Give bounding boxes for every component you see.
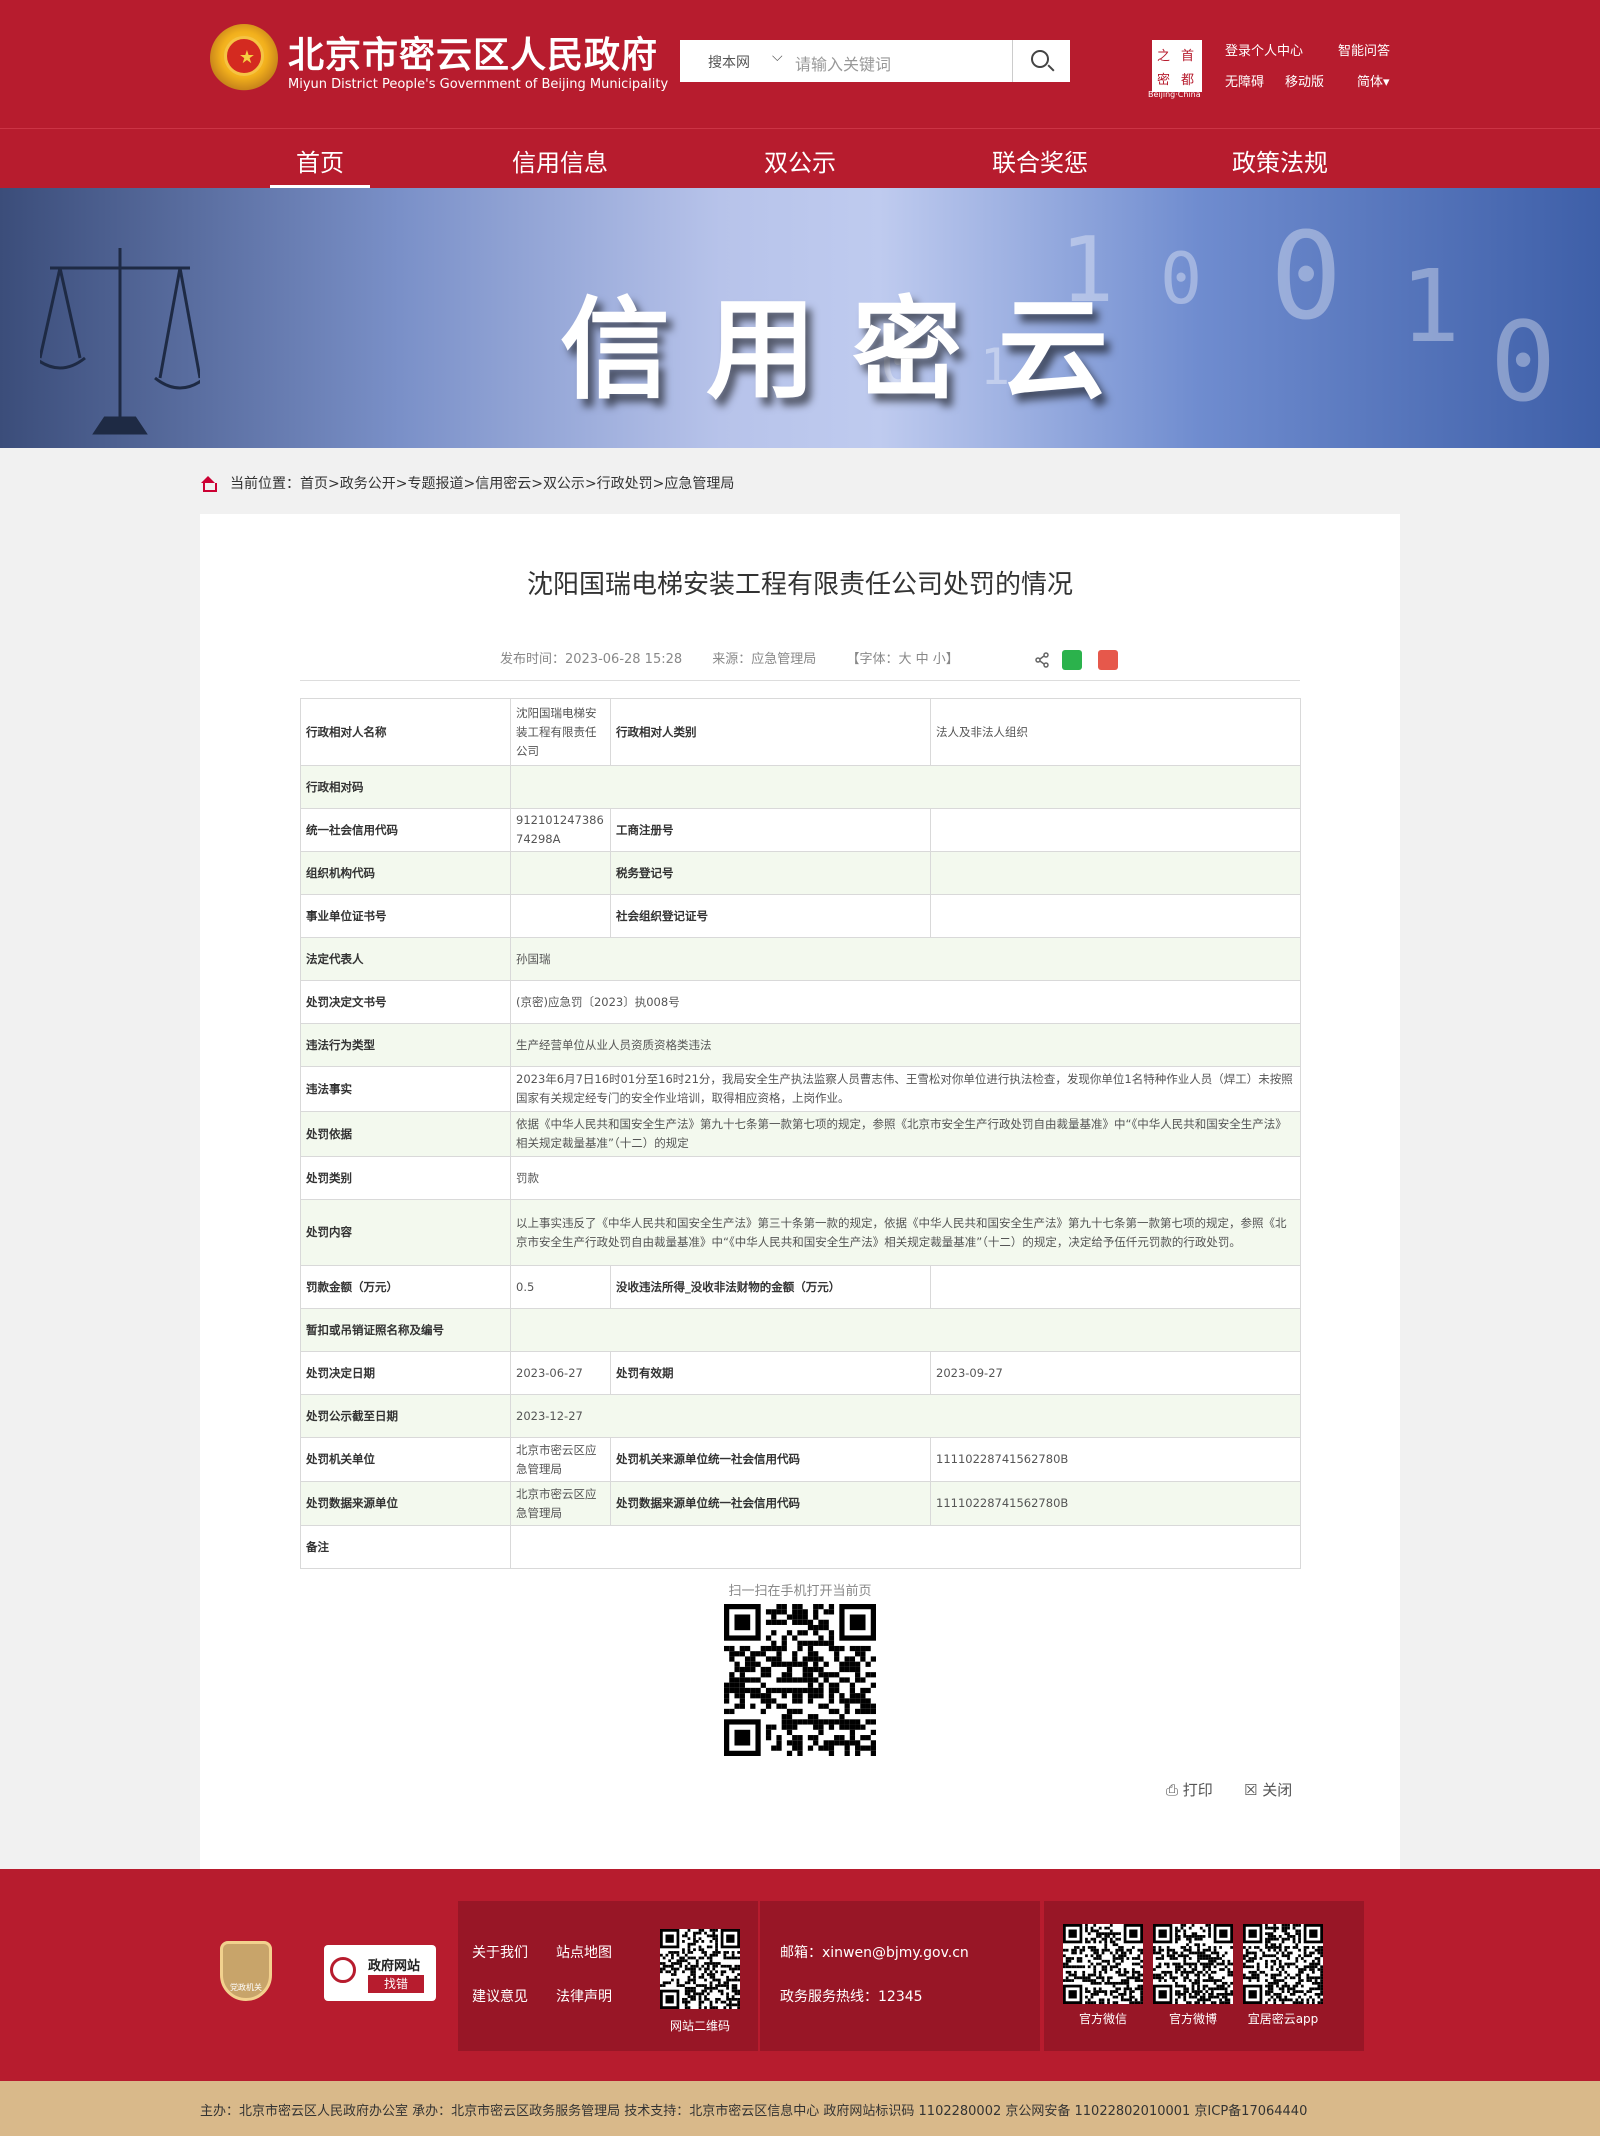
site-header: ★ 北京市密云区人民政府 Miyun District People's Gov…: [0, 0, 1600, 128]
party-gov-badge-icon[interactable]: 党政机关: [220, 1941, 272, 2001]
search-scope-select[interactable]: 搜本网: [708, 52, 750, 72]
footer-bottom-bar: 主办：北京市密云区人民政府办公室 承办：北京市密云区政务服务管理局 技术支持：北…: [0, 2081, 1600, 2136]
app-qr-label: 宜居密云app: [1247, 2012, 1319, 2026]
site-title[interactable]: 北京市密云区人民政府: [288, 26, 658, 78]
chevron-down-icon[interactable]: ⌵: [772, 49, 783, 65]
login-link[interactable]: 登录个人中心: [1225, 40, 1303, 59]
main-nav: 首页 信用信息 双公示 联合奖惩 政策法规: [0, 128, 1600, 188]
table-row: 处罚机关单位 北京市密云区应急管理局 处罚机关来源单位统一社会信用代码 1111…: [300, 1437, 1301, 1482]
contact-email[interactable]: 邮箱：xinwen@bjmy.gov.cn: [780, 1942, 969, 1962]
article-meta: 发布时间：2023-06-28 15:28 来源：应急管理局 【字体：大 中 小…: [500, 648, 985, 667]
scales-of-justice-icon: [40, 248, 200, 435]
app-qr-code: [1243, 1924, 1323, 2004]
nav-joint-rewards[interactable]: 联合奖惩: [992, 143, 1088, 178]
feedback-link[interactable]: 建议意见: [472, 1986, 528, 2006]
legal-link[interactable]: 法律声明: [556, 1986, 612, 2006]
share-icon[interactable]: [1034, 652, 1050, 668]
banner: 1 0 0 1 0 0 1 信用密云: [0, 188, 1600, 448]
capital-logo[interactable]: 之 首 密 都: [1152, 40, 1202, 92]
weibo-qr-label: 官方微博: [1168, 2012, 1217, 2026]
home-icon: [200, 476, 217, 492]
page-qr-code: [724, 1604, 876, 1756]
divider: [300, 680, 1300, 681]
table-row: 罚款金额（万元） 0.5 没收违法所得_没收非法财物的金额（万元）: [300, 1265, 1301, 1309]
search-button[interactable]: [1012, 40, 1070, 82]
capital-logo-caption: Beijing·China: [1148, 90, 1201, 99]
table-row: 处罚决定文书号 (京密)应急罚〔2023〕执008号: [300, 980, 1301, 1024]
font-size-toggle[interactable]: 【字体：大 中 小】: [846, 652, 958, 667]
breadcrumb: 当前位置：首页>政务公开>专题报道>信用密云>双公示>行政处罚>应急管理局: [200, 473, 734, 493]
close-button[interactable]: ☒ 关闭: [1244, 1779, 1292, 1800]
site-qr-code: [660, 1929, 740, 2009]
article-source: 来源：应急管理局: [712, 652, 817, 667]
nav-policy[interactable]: 政策法规: [1232, 143, 1328, 178]
table-row: 暂扣或吊销证照名称及编号: [300, 1308, 1301, 1352]
breadcrumb-item[interactable]: 双公示: [543, 476, 585, 492]
site-footer: 党政机关 政府网站 找错 关于我们 站点地图 建议意见 法律声明 网站二维码 邮…: [0, 1869, 1600, 2081]
publish-time: 发布时间：2023-06-28 15:28: [500, 652, 683, 667]
wechat-share-icon[interactable]: [1062, 650, 1082, 670]
footer-contact-panel: [760, 1901, 1040, 2051]
table-row: 法定代表人 孙国瑞: [300, 937, 1301, 981]
table-row: 统一社会信用代码 91210124738674298A 工商注册号: [300, 808, 1301, 852]
smart-qa-link[interactable]: 智能问答: [1338, 40, 1390, 59]
close-icon: ☒: [1244, 1781, 1258, 1799]
table-row: 处罚数据来源单位 北京市密云区应急管理局 处罚数据来源单位统一社会信用代码 11…: [300, 1481, 1301, 1526]
print-icon: ⎙: [1166, 1781, 1179, 1799]
site-subtitle: Miyun District People's Government of Be…: [288, 77, 669, 92]
nav-credit-info[interactable]: 信用信息: [512, 143, 608, 178]
table-row: 组织机构代码 税务登记号: [300, 851, 1301, 895]
breadcrumb-item[interactable]: 信用密云: [475, 476, 531, 492]
copyright-text: 主办：北京市密云区人民政府办公室 承办：北京市密云区政务服务管理局 技术支持：北…: [200, 2104, 1308, 2119]
table-row: 处罚公示截至日期 2023-12-27: [300, 1394, 1301, 1438]
national-emblem-icon: ★: [210, 24, 278, 92]
breadcrumb-item[interactable]: 应急管理局: [664, 476, 734, 492]
accessibility-link[interactable]: 无障碍: [1225, 71, 1264, 90]
search-input[interactable]: 请输入关键词: [795, 51, 891, 75]
about-link[interactable]: 关于我们: [472, 1942, 528, 1962]
table-row: 行政相对码: [300, 765, 1301, 809]
banner-title: 信用密云: [560, 285, 1144, 414]
table-row: 处罚内容 以上事实违反了《中华人民共和国安全生产法》第三十条第一款的规定，依据《…: [300, 1199, 1301, 1266]
gov-site-error-button[interactable]: 政府网站 找错: [324, 1945, 436, 2001]
article-card: 沈阳国瑞电梯安装工程有限责任公司处罚的情况 发布时间：2023-06-28 15…: [200, 514, 1400, 1869]
article-title: 沈阳国瑞电梯安装工程有限责任公司处罚的情况: [526, 570, 1073, 600]
print-button[interactable]: ⎙ 打印: [1166, 1779, 1213, 1800]
table-row: 事业单位证书号 社会组织登记证号: [300, 894, 1301, 938]
qr-label: 扫一扫在手机打开当前页: [728, 1584, 872, 1599]
breadcrumb-item[interactable]: 政务公开: [340, 476, 396, 492]
weibo-share-icon[interactable]: [1098, 650, 1118, 670]
weibo-qr-code: [1153, 1924, 1233, 2004]
mobile-link[interactable]: 移动版: [1285, 71, 1324, 90]
nav-home[interactable]: 首页: [296, 143, 344, 178]
site-qr-label: 网站二维码: [669, 2019, 730, 2033]
sitemap-link[interactable]: 站点地图: [556, 1942, 612, 1962]
table-row: 处罚类别 罚款: [300, 1156, 1301, 1200]
search-bar: 搜本网 ⌵ 请输入关键词: [680, 40, 1070, 82]
table-row: 违法行为类型 生产经营单位从业人员资质资格类违法: [300, 1023, 1301, 1067]
breadcrumb-item[interactable]: 行政处罚: [597, 476, 653, 492]
table-row: 处罚决定日期 2023-06-27 处罚有效期 2023-09-27: [300, 1351, 1301, 1395]
table-row: 处罚依据 依据《中华人民共和国安全生产法》第九十七条第一款第七项的规定，参照《北…: [300, 1111, 1301, 1157]
table-row: 行政相对人名称 沈阳国瑞电梯安装工程有限责任公司 行政相对人类别 法人及非法人组…: [300, 698, 1301, 766]
penalty-info-table: 行政相对人名称 沈阳国瑞电梯安装工程有限责任公司 行政相对人类别 法人及非法人组…: [300, 698, 1301, 1569]
nav-double-publicity[interactable]: 双公示: [764, 143, 836, 178]
table-row: 违法事实 2023年6月7日16时01分至16时21分，我局安全生产执法监察人员…: [300, 1066, 1301, 1112]
table-row: 备注: [300, 1525, 1301, 1569]
wechat-qr-label: 官方微信: [1078, 2012, 1127, 2026]
language-link[interactable]: 简体▾: [1357, 71, 1390, 90]
magnifier-icon: [330, 1957, 356, 1983]
breadcrumb-item[interactable]: 首页: [300, 476, 328, 492]
search-icon: [1031, 50, 1049, 68]
breadcrumb-item[interactable]: 专题报道: [407, 476, 463, 492]
wechat-qr-code: [1063, 1924, 1143, 2004]
service-hotline: 政务服务热线：12345: [780, 1989, 923, 2005]
